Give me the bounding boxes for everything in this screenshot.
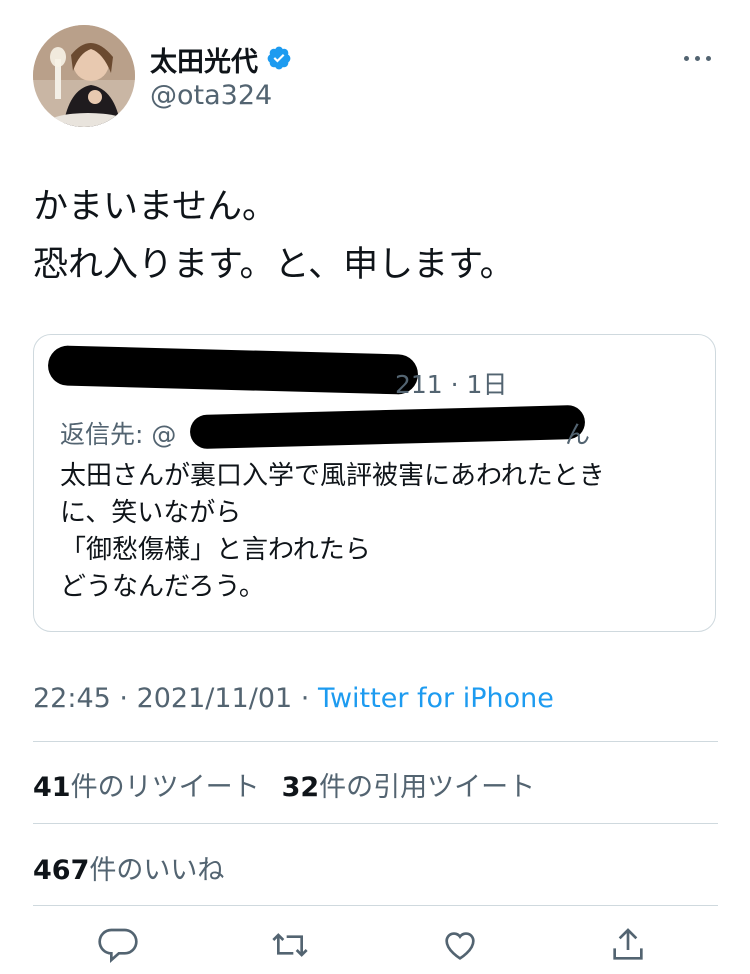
tweet-text: かまいません。 恐れ入ります。と、申します。 [33,178,515,294]
retweets-count: 41 [33,772,71,803]
avatar-photo [33,25,135,127]
quotes-label: 件の引用ツイート [319,772,536,803]
likes-count: 467 [33,855,90,886]
retweet-icon[interactable] [270,925,310,965]
quotes-stat[interactable]: 32件の引用ツイート [282,765,536,804]
more-icon[interactable] [684,50,716,66]
quoted-reply-to: 返信先: @ [60,415,176,451]
quoted-tweet-text: 太田さんが裏口入学で風評被害にあわれたとき に、笑いながら 「御愁傷様」と言われ… [60,458,605,606]
divider [33,741,718,742]
verified-badge-icon [266,45,292,75]
quoted-tweet-meta: 211 · 1日 [395,365,507,401]
quoted-line: どうなんだろう。 [60,572,265,602]
timestamp-separator: · [110,683,137,714]
author-display-name[interactable]: 太田光代 [150,40,258,79]
tweet-timestamp: 22:45 · 2021/11/01 · Twitter for iPhone [33,683,554,714]
quoted-reply-prefix: 返信先: @ [60,420,177,449]
timestamp-separator: · [292,683,318,714]
likes-stat[interactable]: 467件のいいね [33,848,224,887]
likes-label: 件のいいね [89,855,225,886]
tweet-source-link[interactable]: Twitter for iPhone [318,683,554,714]
author-name-row: 太田光代 [150,40,292,79]
quotes-count: 32 [281,772,320,803]
tweet-time[interactable]: 22:45 [33,683,111,714]
reply-icon[interactable] [98,925,138,965]
author-handle[interactable]: @ota324 [150,80,272,111]
quoted-line: 「御愁傷様」と言われたら [60,535,371,565]
quoted-line: 太田さんが裏口入学で風評被害にあわれたとき [60,461,605,491]
divider [33,905,718,906]
tweet-line: 恐れ入ります。と、申します。 [33,245,515,285]
stats-row: 41件のリツイート 32件の引用ツイート [33,765,535,804]
quoted-reply-suffix: ん [565,420,591,449]
share-icon[interactable] [608,925,648,965]
quoted-tweet-time: 211 · 1日 [395,370,508,399]
tweet-date[interactable]: 2021/11/01 [137,683,293,714]
retweets-label: 件のリツイート [70,772,260,803]
tweet-line: かまいません。 [33,187,277,227]
divider [33,823,718,824]
avatar[interactable] [33,25,135,127]
retweets-stat[interactable]: 41件のリツイート [33,765,260,804]
like-icon[interactable] [440,925,480,965]
quoted-line: に、笑いながら [60,498,242,528]
